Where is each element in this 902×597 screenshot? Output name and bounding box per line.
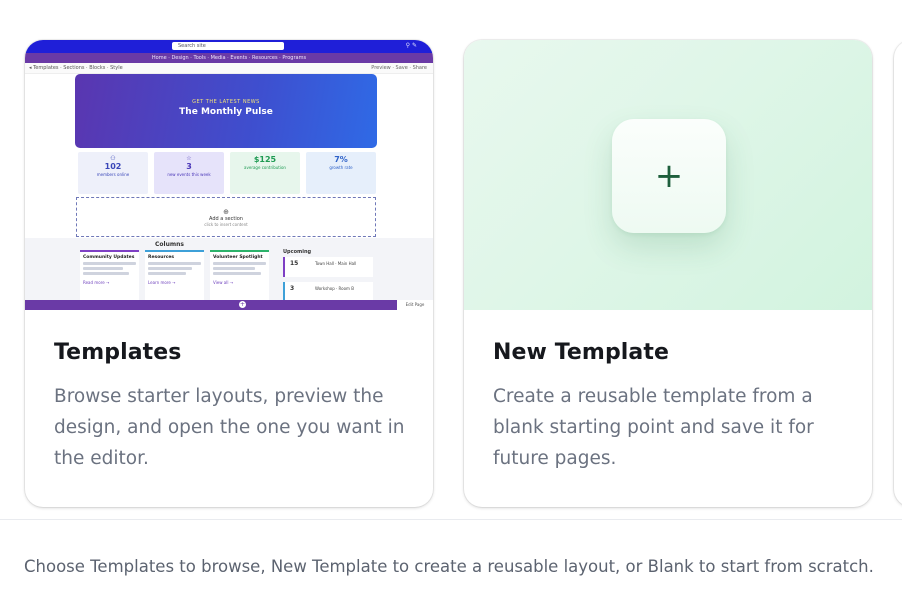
- preview-event-item: 15 Town Hall · Main Hall: [283, 257, 373, 277]
- preview-stat-card: $125 average contribution: [230, 152, 300, 194]
- preview-event-text: Workshop · Room B: [315, 286, 354, 291]
- footer-divider: [0, 519, 902, 520]
- preview-stats-row: ⚇ 102 members online ☆ 3 new events this…: [78, 152, 376, 194]
- preview-column-link: Learn more →: [148, 280, 176, 285]
- preview-column-heading: Resources: [148, 255, 175, 260]
- preview-column: Resources Learn more →: [145, 250, 204, 300]
- preview-column-heading: Volunteer Spotlight: [213, 255, 263, 260]
- preview-stat-label: average contribution: [244, 165, 286, 170]
- preview-nav-bar: Home · Design · Tools · Media · Events ·…: [25, 53, 433, 63]
- new-template-preview: +: [464, 40, 872, 310]
- preview-stat-value: 7%: [334, 155, 348, 164]
- preview-column: Volunteer Spotlight View all →: [210, 250, 269, 300]
- preview-stat-value: $125: [253, 155, 277, 164]
- card-title: Templates: [54, 340, 182, 365]
- preview-stat-label: members online: [96, 172, 130, 177]
- preview-stat-icon: ☆: [186, 155, 192, 162]
- preview-stat-value: 3: [186, 162, 192, 171]
- preview-stat-card: ⚇ 102 members online: [78, 152, 148, 194]
- preview-event-item: 3 Workshop · Room B: [283, 282, 373, 302]
- preview-hero-kicker: GET THE LATEST NEWS: [192, 99, 260, 105]
- preview-empty-section: ⊕ Add a section click to insert content: [76, 197, 376, 237]
- preview-event-day: 3: [290, 285, 295, 292]
- preview-empty-subtitle: click to insert content: [204, 222, 248, 227]
- preview-event-text: Town Hall · Main Hall: [315, 261, 357, 266]
- preview-stat-label: new events this week: [167, 172, 211, 177]
- preview-hero-banner: GET THE LATEST NEWS The Monthly Pulse: [75, 74, 377, 148]
- preview-hero-title: The Monthly Pulse: [179, 107, 273, 117]
- templates-preview-thumbnail: Search site ⚲ ✎ Home · Design · Tools · …: [25, 40, 433, 310]
- blank-card-edge[interactable]: [894, 40, 902, 507]
- preview-stat-icon: ⚇: [110, 155, 116, 162]
- plus-icon: +: [654, 156, 684, 196]
- preview-column: Community Updates Read more →: [80, 250, 139, 300]
- preview-column-heading: Community Updates: [83, 255, 135, 260]
- card-description: Browse starter layouts, preview the desi…: [54, 386, 405, 469]
- preview-search-bar: Search site: [172, 42, 284, 50]
- plus-tile: +: [612, 119, 726, 233]
- preview-stat-card: 7% growth rate: [306, 152, 376, 194]
- footer-hint: Choose Templates to browse, New Template…: [24, 557, 874, 576]
- new-template-card[interactable]: + New Template Create a reusable templat…: [464, 40, 872, 507]
- preview-bottom-right-label: Edit Page: [397, 300, 433, 310]
- preview-topbar-icons: ⚲ ✎: [405, 42, 417, 49]
- preview-column-link: Read more →: [83, 280, 110, 285]
- preview-editor-toolbar: ◂ Templates · Sections · Blocks · Style …: [25, 63, 433, 74]
- preview-lower-section: Columns Community Updates Read more → Re…: [25, 238, 433, 302]
- preview-stat-card: ☆ 3 new events this week: [154, 152, 224, 194]
- preview-topbar: Search site ⚲ ✎: [25, 40, 433, 53]
- preview-bottom-bar: + Edit Page: [25, 300, 433, 310]
- preview-canvas: GET THE LATEST NEWS The Monthly Pulse ⚇ …: [25, 74, 433, 302]
- preview-stat-label: growth rate: [329, 165, 353, 170]
- preview-toolbar-right: Preview · Save · Share: [371, 65, 427, 71]
- preview-column-link: View all →: [213, 280, 234, 285]
- preview-section-title: Columns: [155, 241, 184, 248]
- card-title: New Template: [493, 340, 670, 365]
- card-description: Create a reusable template from a blank …: [493, 386, 814, 469]
- preview-nav-items: Home · Design · Tools · Media · Events ·…: [151, 55, 307, 61]
- preview-toolbar-left: ◂ Templates · Sections · Blocks · Style: [29, 65, 123, 71]
- preview-stat-value: 102: [104, 162, 122, 171]
- preview-insert-icon: ⊕: [223, 208, 229, 216]
- preview-add-icon: +: [239, 301, 246, 308]
- preview-upcoming-title: Upcoming: [283, 249, 312, 255]
- templates-card[interactable]: Search site ⚲ ✎ Home · Design · Tools · …: [25, 40, 433, 507]
- preview-event-day: 15: [290, 260, 299, 267]
